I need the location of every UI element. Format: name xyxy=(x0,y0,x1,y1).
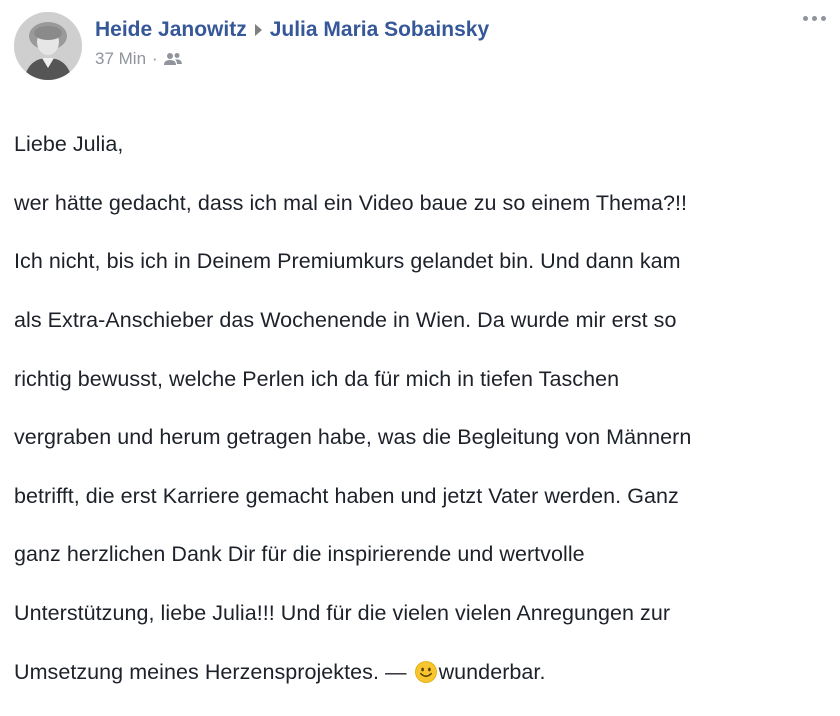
post-line: vergraben und herum getragen habe, was d… xyxy=(14,425,692,450)
post-names: Heide Janowitz Julia Maria Sobainsky xyxy=(95,16,489,44)
friends-icon[interactable] xyxy=(163,52,182,66)
recipient-link[interactable]: Julia Maria Sobainsky xyxy=(270,16,489,44)
separator-dot: · xyxy=(152,49,158,68)
post-meta: Heide Janowitz Julia Maria Sobainsky 37 … xyxy=(95,16,489,70)
dot xyxy=(803,16,808,21)
post-line: Unterstützung, liebe Julia!!! Und für di… xyxy=(14,601,671,626)
post-line: als Extra-Anschieber das Wochenende in W… xyxy=(14,308,677,333)
post-line: richtig bewusst, welche Perlen ich da fü… xyxy=(14,366,620,391)
post-last-line: Umsetzung meines Herzensprojektes. — wun… xyxy=(14,658,826,687)
post-line: ganz herzlichen Dank Dir für die inspiri… xyxy=(14,542,585,567)
post-header: Heide Janowitz Julia Maria Sobainsky 37 … xyxy=(14,10,826,90)
smiley-emoji-icon xyxy=(414,660,437,683)
feeling-label: wunderbar. xyxy=(438,659,546,684)
arrow-right-icon xyxy=(254,24,262,36)
post-line: Liebe Julia, xyxy=(14,132,124,157)
author-link[interactable]: Heide Janowitz xyxy=(95,16,247,44)
post-line: Ich nicht, bis ich in Deinem Premiumkurs… xyxy=(14,249,681,274)
dot xyxy=(812,16,817,21)
post-line: betrifft, die erst Karriere gemacht habe… xyxy=(14,483,679,508)
post-timestamp[interactable]: 37 Min xyxy=(95,48,146,70)
post-line: Umsetzung meines Herzensprojektes. xyxy=(14,659,379,684)
post-subline: 37 Min · xyxy=(95,48,489,70)
facebook-post: Heide Janowitz Julia Maria Sobainsky 37 … xyxy=(0,0,840,684)
feeling-dash: — xyxy=(385,659,407,684)
more-options-icon[interactable] xyxy=(803,16,826,21)
post-line: wer hätte gedacht, dass ich mal ein Vide… xyxy=(14,190,688,215)
post-body: Liebe Julia, wer hätte gedacht, dass ich… xyxy=(14,101,826,716)
dot xyxy=(821,16,826,21)
author-avatar[interactable] xyxy=(14,12,82,80)
